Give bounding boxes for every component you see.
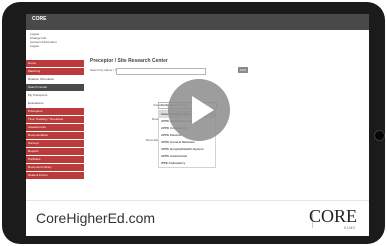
footer-logo-sub: ELMS [344, 225, 355, 230]
footer-url[interactable]: CoreHigherEd.com [36, 210, 155, 226]
tablet-frame: CORE Logout Change Info Account Informat… [2, 2, 385, 244]
footer: CoreHigherEd.com CORE ELMS [26, 200, 369, 236]
camera-icon [374, 130, 385, 141]
footer-logo: CORE [308, 206, 357, 226]
play-button[interactable] [168, 79, 230, 141]
play-icon [192, 96, 214, 124]
screen: CORE Logout Change Info Account Informat… [26, 14, 369, 236]
